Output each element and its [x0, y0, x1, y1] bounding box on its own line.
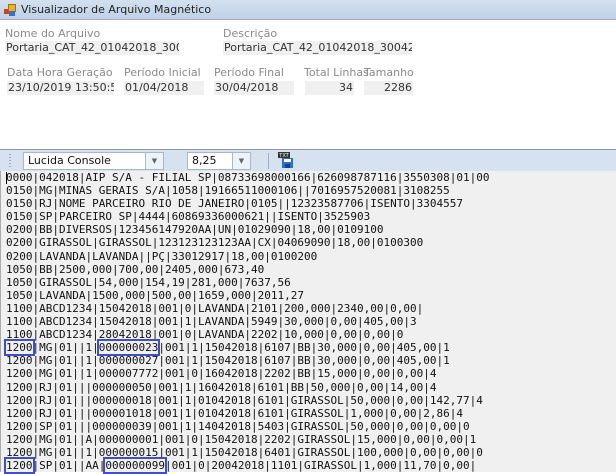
line-segment: 1200|RJ|01|||000000050|001|1|16042018|61…	[6, 380, 437, 394]
line-segment: 1200|RJ|01|||000001018|001|1|01042018|61…	[6, 406, 463, 420]
line-segment: 0200|LAVANDA|LAVANDA||PÇ|33012917|18,00|…	[6, 249, 318, 263]
highlighted-segment: 000000099	[103, 457, 167, 474]
file-line: 1100|ABCD1234|15042018|001|0|LAVANDA|210…	[1, 302, 616, 315]
file-line: 0000|042018|AIP S/A - FILIAL SP|08733698…	[1, 171, 616, 184]
nome-arquivo-field[interactable]: Portaria_CAT_42_01042018_30042018.txt	[5, 41, 179, 55]
file-line: 0200|BB|DIVERSOS|123456147920AA|UN|01029…	[1, 223, 616, 236]
file-line: 0150|SP|PARCEIRO SP|4444|60869336000621|…	[1, 210, 616, 223]
file-line: 1200|RJ|01|||000000018|001|1|01042018|61…	[1, 394, 616, 407]
descricao-label: Descrição	[223, 27, 278, 40]
file-line: 0200|LAVANDA|LAVANDA||PÇ|33012917|18,00|…	[1, 250, 616, 263]
line-segment: 0150|MG|MINAS GERAIS S/A|1058|1916651100…	[6, 184, 450, 198]
descricao-field[interactable]: Portaria_CAT_42_01042018_30042018.txt	[223, 41, 412, 55]
file-line: 1200|MG|01||1|000000023|001|1|15042018|6…	[1, 339, 616, 357]
file-line: 0150|MG|MINAS GERAIS S/A|1058|1916651100…	[1, 184, 616, 197]
line-segment: 1100|ABCD1234|15042018|001|0|LAVANDA|210…	[6, 301, 424, 315]
periodo-inicial-label: Período Inicial	[124, 66, 201, 79]
chevron-down-icon[interactable]: ▼	[232, 153, 250, 169]
periodo-inicial-field[interactable]: 01/04/2018	[124, 81, 204, 95]
tamanho-label: Tamanho	[364, 66, 414, 79]
line-segment: |MG|01||1|	[32, 341, 99, 355]
file-line: 1050|LAVANDA|1500,000|500,00|1659,000|20…	[1, 289, 616, 302]
line-segment: 0000|042018|AIP S/A - FILIAL SP|08733698…	[6, 171, 490, 184]
data-hora-label: Data Hora Geração	[7, 66, 113, 79]
font-size-select[interactable]: 8,25 ▼	[187, 152, 251, 170]
line-segment: 0150|RJ|NOME PARCEIRO RIO DE JANEIRO|010…	[6, 197, 463, 211]
line-segment: 1200|MG|01||1|000000027|001|1|15042018|6…	[6, 354, 450, 368]
font-size-value: 8,25	[192, 154, 217, 167]
toolbar-grip[interactable]	[9, 154, 11, 168]
file-line: 1200|MG|01||A|000000001|001|0|15042018|2…	[1, 433, 616, 446]
file-line: 1200|MG|01||1|000007772|001|0|16042018|2…	[1, 367, 616, 380]
highlighted-segment: 1200	[4, 457, 35, 474]
font-select[interactable]: Lucida Console ▼	[23, 152, 164, 170]
line-segment: 0200|GIRASSOL|GIRASSOL|123123123123AA|CX…	[6, 236, 424, 250]
line-segment: 1200|SP|01|||000000039|001|1|14042018|54…	[6, 419, 470, 433]
line-segment: |001|0|20042018|1101|GIRASSOL|1,000|11,7…	[164, 459, 477, 473]
total-linhas-label: Total Linhas	[304, 66, 369, 79]
periodo-final-field[interactable]: 30/04/2018	[214, 81, 294, 95]
tamanho-field[interactable]: 2286	[364, 81, 413, 95]
file-line: 1200|RJ|01|||000000050|001|1|16042018|61…	[1, 381, 616, 394]
file-line: 1050|BB|2500,000|700,00|2405,000|673,40	[1, 263, 616, 276]
highlighted-segment: 1200	[4, 339, 35, 357]
line-segment: 1200|MG|01||1|000000015|001|1|15042018|6…	[6, 445, 483, 459]
line-segment: 0150|SP|PARCEIRO SP|4444|60869336000621|…	[6, 210, 371, 224]
line-segment: 1200|RJ|01|||000000018|001|1|01042018|61…	[6, 393, 483, 407]
periodo-final-label: Período Final	[214, 66, 284, 79]
file-line: 0150|RJ|NOME PARCEIRO RIO DE JANEIRO|010…	[1, 197, 616, 210]
toolbar-separator	[268, 153, 269, 169]
file-line: 1200|MG|01||1|000000027|001|1|15042018|6…	[1, 354, 616, 367]
nome-arquivo-label: Nome do Arquivo	[5, 27, 101, 40]
window-title: Visualizador de Arquivo Magnético	[21, 3, 212, 16]
highlighted-segment: 000000023	[96, 339, 161, 357]
line-segment: 1050|GIRASSOL|54,000|154,19|281,000|7637…	[6, 275, 291, 289]
file-line: 1100|ABCD1234|15042018|001|1|LAVANDA|594…	[1, 315, 616, 328]
line-segment: 1050|BB|2500,000|700,00|2405,000|673,40	[6, 262, 265, 276]
line-segment: 1100|ABCD1234|15042018|001|1|LAVANDA|594…	[6, 315, 417, 329]
total-linhas-field[interactable]: 34	[305, 81, 354, 95]
line-segment: 0200|BB|DIVERSOS|123456147920AA|UN|01029…	[6, 223, 384, 237]
line-segment: 1200|MG|01||A|000000001|001|0|15042018|2…	[6, 432, 477, 446]
line-segment: 1050|LAVANDA|1500,000|500,00|1659,000|20…	[6, 288, 305, 302]
file-line: 0200|GIRASSOL|GIRASSOL|123123123123AA|CX…	[1, 236, 616, 249]
file-content-textbox[interactable]: 0000|042018|AIP S/A - FILIAL SP|08733698…	[0, 171, 616, 474]
save-txt-icon[interactable]: TXT	[278, 152, 294, 168]
file-line: 1200|SP|01||AA|000000099|001|0|20042018|…	[1, 457, 616, 474]
data-hora-field[interactable]: 23/10/2019 13:50:51	[7, 81, 114, 95]
file-line: 1200|RJ|01|||000001018|001|1|01042018|61…	[1, 407, 616, 420]
chevron-down-icon[interactable]: ▼	[145, 153, 163, 169]
file-line: 1100|ABCD1234|28042018|001|0|LAVANDA|220…	[1, 328, 616, 341]
line-segment: 1100|ABCD1234|28042018|001|0|LAVANDA|220…	[6, 328, 404, 342]
text-caret	[6, 172, 7, 184]
file-line: 1200|MG|01||1|000000015|001|1|15042018|6…	[1, 446, 616, 459]
line-segment: |001|1|15042018|6107|BB|30,000|0,00|405,…	[158, 341, 450, 355]
toolbar: Lucida Console ▼ 8,25 ▼ TXT	[0, 149, 616, 171]
font-select-value: Lucida Console	[28, 154, 111, 167]
file-line: 1050|GIRASSOL|54,000|154,19|281,000|7637…	[1, 276, 616, 289]
app-icon	[4, 3, 16, 16]
line-segment: 1200|MG|01||1|000007772|001|0|16042018|2…	[6, 367, 437, 381]
file-line: 1200|SP|01|||000000039|001|1|14042018|54…	[1, 420, 616, 433]
line-segment: |SP|01||AA|	[32, 459, 106, 473]
title-bar: Visualizador de Arquivo Magnético	[0, 0, 616, 20]
